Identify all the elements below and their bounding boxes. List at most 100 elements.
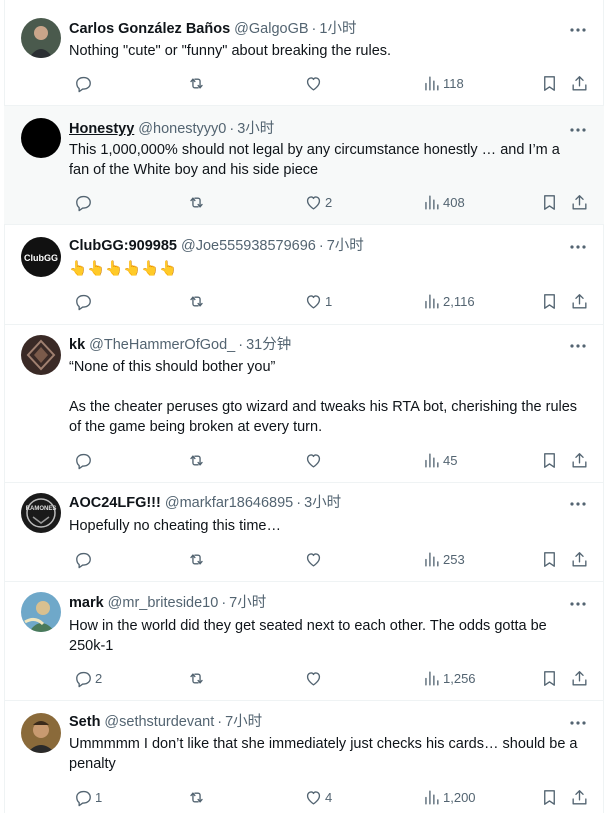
display-name[interactable]: Seth (69, 713, 100, 732)
views-button[interactable]: 408 (421, 192, 465, 212)
tweet-actions: 253 (69, 549, 588, 569)
reply-tweet-4[interactable]: RAMONES AOC24LFG!!! @markfar18646895 · 3… (4, 483, 604, 582)
views-button[interactable]: 1,200 (421, 787, 476, 807)
share-button[interactable] (569, 192, 589, 212)
reply-tweet-2[interactable]: ClubGG ClubGG:909985 @Joe555938579696 · … (4, 225, 604, 325)
user-handle[interactable]: @honestyyy0 (138, 120, 226, 139)
timestamp[interactable]: 1小时 (319, 20, 356, 39)
avatar[interactable] (21, 335, 61, 375)
reply-button[interactable] (73, 192, 95, 212)
reply-count: 2 (95, 670, 103, 686)
retweet-button[interactable] (186, 192, 208, 212)
bookmark-button[interactable] (539, 73, 559, 93)
display-name[interactable]: mark (69, 594, 104, 613)
reply-button[interactable] (73, 450, 95, 470)
like-button[interactable] (303, 549, 325, 569)
reply-button[interactable] (73, 549, 95, 569)
heart-icon (303, 450, 323, 470)
reply-tweet-5[interactable]: mark @mr_briteside10 · 7小时 How in the wo… (4, 582, 604, 701)
bookmark-button[interactable] (539, 787, 559, 807)
reply-tweet-3[interactable]: kk @TheHammerOfGod_ · 31分钟 “None of this… (4, 325, 604, 483)
display-name[interactable]: Carlos González Baños (69, 20, 230, 39)
share-button[interactable] (569, 787, 589, 807)
retweet-button[interactable] (186, 73, 208, 93)
bookmark-button[interactable] (539, 450, 559, 470)
reply-button[interactable]: 2 (73, 668, 102, 688)
retweet-button[interactable] (186, 549, 208, 569)
more-options-icon[interactable] (568, 494, 588, 514)
like-button[interactable]: 4 (303, 787, 332, 807)
share-button[interactable] (569, 668, 589, 688)
tweet-header: Carlos González Baños @GalgoGB · 1小时 (69, 20, 564, 39)
timestamp[interactable]: 3小时 (304, 494, 341, 513)
share-icon (569, 787, 589, 807)
avatar[interactable]: ClubGG (21, 237, 61, 277)
share-icon (569, 668, 589, 688)
like-button[interactable]: 2 (303, 192, 332, 212)
reply-button[interactable]: 1 (73, 787, 102, 807)
views-button[interactable]: 2,116 (421, 291, 475, 311)
display-name[interactable]: ClubGG:909985 (69, 237, 177, 256)
views-button[interactable]: 45 (421, 450, 457, 470)
views-button[interactable]: 1,256 (421, 668, 476, 688)
user-handle[interactable]: @Joe555938579696 (181, 237, 316, 256)
more-options-icon[interactable] (568, 713, 588, 733)
reply-tweet-6[interactable]: Seth @sethsturdevant · 7小时 Ummmmm I don’… (4, 701, 604, 813)
share-button[interactable] (569, 549, 589, 569)
avatar[interactable]: RAMONES (21, 493, 61, 533)
like-button[interactable] (303, 73, 325, 93)
views-button[interactable]: 253 (421, 549, 465, 569)
reply-button[interactable] (73, 291, 95, 311)
display-name[interactable]: Honestyy (69, 120, 134, 139)
views-button[interactable]: 118 (421, 73, 464, 93)
tweet-header: AOC24LFG!!! @markfar18646895 · 3小时 (69, 494, 564, 513)
like-button[interactable] (303, 668, 325, 688)
reply-tweet-1[interactable]: Honestyy @honestyyy0 · 3小时 This 1,000,00… (4, 106, 604, 225)
like-button[interactable] (303, 450, 325, 470)
bookmark-button[interactable] (539, 192, 559, 212)
user-handle[interactable]: @TheHammerOfGod_ (89, 336, 235, 355)
user-handle[interactable]: @GalgoGB (234, 20, 308, 39)
share-button[interactable] (569, 450, 589, 470)
tweet-actions: 1 2,116 (69, 291, 588, 311)
more-options-icon[interactable] (568, 594, 588, 614)
share-button[interactable] (569, 291, 589, 311)
more-options-icon[interactable] (568, 120, 588, 140)
reply-tweet-0[interactable]: Carlos González Baños @GalgoGB · 1小时 Not… (4, 6, 604, 106)
reply-count: 1 (95, 789, 103, 805)
retweet-button[interactable] (186, 291, 208, 311)
share-icon (569, 73, 589, 93)
timestamp[interactable]: 31分钟 (246, 336, 291, 355)
display-name[interactable]: AOC24LFG!!! (69, 494, 161, 513)
more-options-icon[interactable] (568, 336, 588, 356)
retweet-button[interactable] (186, 787, 208, 807)
like-count: 4 (325, 789, 333, 805)
share-icon (569, 450, 589, 470)
bookmark-button[interactable] (539, 668, 559, 688)
avatar[interactable] (21, 18, 61, 58)
timestamp[interactable]: 3小时 (237, 120, 274, 139)
avatar[interactable] (21, 118, 61, 158)
retweet-icon (186, 73, 206, 93)
user-handle[interactable]: @markfar18646895 (165, 494, 293, 513)
more-options-icon[interactable] (568, 20, 588, 40)
timestamp[interactable]: 7小时 (225, 713, 262, 732)
more-options-icon[interactable] (568, 237, 588, 257)
like-count: 1 (325, 293, 333, 309)
retweet-button[interactable] (186, 450, 208, 470)
avatar[interactable] (21, 592, 61, 632)
user-handle[interactable]: @mr_briteside10 (108, 594, 219, 613)
bookmark-button[interactable] (539, 291, 559, 311)
timestamp[interactable]: 7小时 (229, 594, 266, 613)
bookmark-button[interactable] (539, 549, 559, 569)
timestamp[interactable]: 7小时 (327, 237, 364, 256)
user-handle[interactable]: @sethsturdevant (104, 713, 214, 732)
reply-button[interactable] (73, 73, 95, 93)
share-button[interactable] (569, 73, 589, 93)
heart-icon (303, 73, 323, 93)
analytics-icon (421, 549, 441, 569)
retweet-button[interactable] (186, 668, 208, 688)
display-name[interactable]: kk (69, 336, 85, 355)
avatar[interactable] (21, 713, 61, 753)
like-button[interactable]: 1 (303, 291, 332, 311)
